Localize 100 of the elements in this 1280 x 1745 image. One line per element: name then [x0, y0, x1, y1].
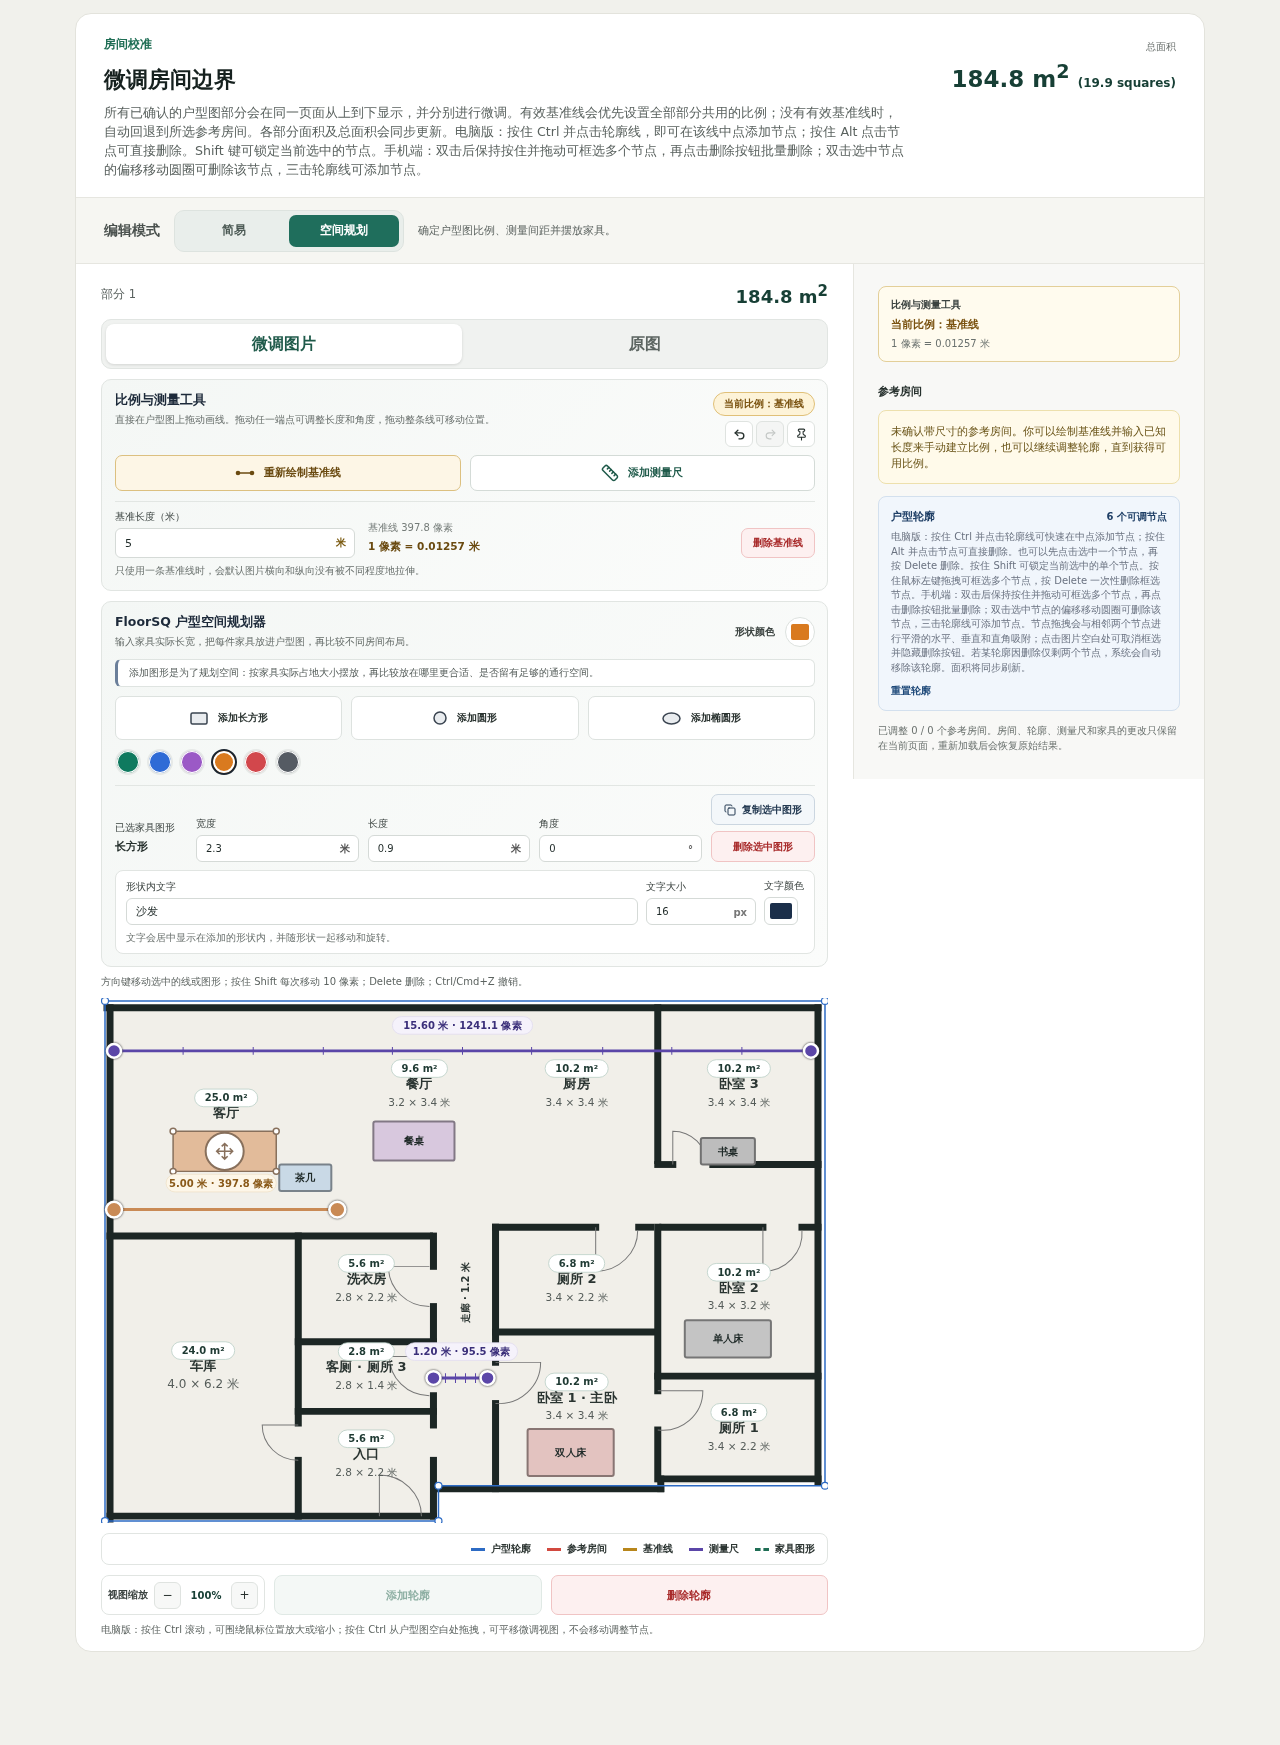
furniture-shape[interactable]: 单人床	[683, 1319, 772, 1359]
redraw-baseline-button[interactable]: 重新绘制基准线	[115, 455, 461, 491]
sidebar-note: 已调整 0 / 0 个参考房间。房间、轮廓、测量尺和家具的更改只保留在当前页面，重新加载后会恢复原始结果。	[878, 724, 1178, 753]
ruler-icon	[601, 464, 620, 482]
redo-icon	[763, 427, 777, 441]
legend-label: 基准线	[643, 1542, 673, 1556]
mode-option[interactable]: 简易	[179, 214, 289, 247]
area-badge: 10.2 m²	[544, 1059, 609, 1078]
legend-label: 参考房间	[567, 1542, 607, 1556]
room-dimensions: 3.4 × 3.2 米	[707, 1299, 771, 1312]
room-dimensions: 2.8 × 2.2 米	[335, 1466, 398, 1478]
furniture-shape[interactable]: 茶几	[278, 1163, 333, 1192]
area-badge: 25.0 m²	[194, 1088, 259, 1108]
area-badge: 10.2 m²	[544, 1372, 609, 1392]
mode-hint: 确定户型图比例、测量间距并摆放家具。	[418, 223, 616, 238]
undo-button[interactable]	[725, 421, 753, 447]
page-title: 微调房间边界	[104, 66, 237, 94]
baseline-pixels: 基准线 397.8 像素	[368, 521, 454, 535]
measuring-ruler[interactable]	[425, 1369, 496, 1387]
panel-title: 比例与测量工具	[115, 392, 207, 409]
zoom-in-button[interactable]: +	[231, 1581, 258, 1609]
page-description: 所有已确认的户型图部分会在同一页面从上到下显示，并分别进行微调。有效基准线会优先设置全部部分共用的比例；没有有效基准线时，自动回退到所选参考房间。各部分面积及总面积会同步更新。电脑版：按住 Ctrl 并点击轮廓线，即可在该线中点添加节点；按住 Alt 点击节点可直接删除。Shift 键可锁定当前选中的节点。手机端：双击后保持按住并拖动可框选多个节点，再点击删除按钮批量删除；双击选中节点的偏移移动圆圈可删除该节点，三击轮廓线可添加节点。	[104, 104, 905, 179]
copy-shape-button[interactable]: 复制选中图形	[711, 794, 815, 825]
copy-icon	[724, 803, 736, 816]
unit-label: 米	[336, 536, 346, 550]
text-note: 文字会居中显示在添加的形状内，并随形状一起移动和旋转。	[126, 931, 397, 945]
legend-label: 户型轮廓	[491, 1542, 531, 1556]
add-shape-button[interactable]: 添加圆形	[351, 696, 579, 740]
add-shape-button[interactable]: 添加长方形	[115, 696, 343, 740]
delete-shape-button[interactable]: 删除选中图形	[711, 831, 815, 862]
field-label: 文字大小	[646, 880, 687, 894]
unit-label: 米	[511, 841, 522, 856]
area-badge: 2.8 m²	[337, 1342, 395, 1361]
move-handle[interactable]	[204, 1131, 245, 1171]
unit-label: 米	[339, 841, 350, 856]
zoom-out-button[interactable]: −	[154, 1581, 181, 1609]
color-picker[interactable]	[785, 616, 815, 647]
color-label: 形状颜色	[735, 624, 775, 639]
mode-option[interactable]: 空间规划	[289, 214, 399, 247]
ellipse-icon	[661, 711, 681, 725]
circle-icon	[433, 711, 447, 725]
area-badge: 6.8 m²	[710, 1403, 768, 1422]
planner-notice: 添加图形是为了规划空间：按家具实际占地大小摆放，再比较放在哪里更合适、是否留有足够的通行空间。	[115, 659, 815, 687]
room-name: 客厕 · 厕所 3	[326, 1359, 407, 1375]
pin-icon	[794, 427, 808, 441]
baseline-icon	[234, 470, 255, 476]
room-name: 厨房	[563, 1076, 590, 1092]
card-title: 户型轮廓	[891, 509, 935, 524]
add-ruler-button[interactable]: 添加测量尺	[469, 455, 815, 491]
add-shape-button[interactable]: 添加椭圆形	[587, 696, 815, 740]
section-title: 参考房间	[878, 384, 923, 399]
furniture-shape[interactable]: 书桌	[699, 1137, 756, 1166]
panel-subtitle: 输入家具实际长宽，把每件家具放进户型图，再比较不同房间布局。	[115, 635, 415, 649]
room-dimensions: 3.4 × 3.4 米	[545, 1095, 608, 1108]
room-name: 洗衣房	[346, 1271, 387, 1286]
area-badge: 10.2 m²	[706, 1059, 771, 1078]
view-tab[interactable]: 微调图片	[106, 324, 462, 364]
field-label: 角度	[539, 817, 561, 831]
area-badge: 5.6 m²	[337, 1429, 395, 1448]
area-badge: 10.2 m²	[706, 1263, 771, 1282]
shape-text-field[interactable]: 沙发	[126, 898, 638, 925]
room-name: 车库	[190, 1358, 217, 1374]
field-label: 文字颜色	[764, 879, 804, 893]
undo-icon	[732, 427, 746, 441]
furniture-shape[interactable]: 餐桌	[372, 1120, 456, 1162]
text-color-picker[interactable]	[764, 897, 798, 925]
scale-badge: 当前比例：基准线	[713, 392, 815, 416]
room-name: 卧室 3	[718, 1076, 759, 1092]
field-label: 基准长度（米）	[115, 510, 186, 524]
room-dimensions: 3.2 × 3.4 米	[388, 1095, 451, 1108]
room-name: 厕所 2	[556, 1271, 597, 1286]
room-dimensions: 3.4 × 3.4 米	[545, 1409, 608, 1422]
selected-label: 已选家具图形	[115, 821, 176, 835]
legend-label: 测量尺	[709, 1542, 739, 1556]
room-name: 厕所 1	[718, 1420, 759, 1435]
room-dimensions: 3.4 × 2.2 米	[707, 1439, 771, 1452]
reset-outline-link[interactable]: 重置轮廓	[891, 684, 931, 698]
room-dimensions: 2.8 × 1.4 米	[335, 1378, 398, 1391]
selected-type-label: 长方形	[115, 839, 149, 854]
measure-label: 15.60 米 · 1241.1 像素	[392, 1016, 533, 1035]
mode-label: 编辑模式	[104, 221, 160, 240]
field-label: 宽度	[196, 817, 217, 831]
area-badge: 6.8 m²	[548, 1254, 606, 1273]
room-dimensions: 3.4 × 2.2 米	[545, 1290, 608, 1303]
delete-baseline-button[interactable]: 删除基准线	[741, 528, 815, 558]
measure-label: 1.20 米 · 95.5 像素	[405, 1342, 518, 1361]
baseline[interactable]	[104, 1200, 347, 1219]
field-label: 形状内文字	[126, 880, 177, 894]
color-swatch[interactable]	[211, 749, 237, 775]
pin-button[interactable]	[787, 421, 815, 447]
furniture-shape[interactable]: 双人床	[526, 1428, 615, 1477]
delete-outline-button[interactable]: 删除轮廓	[550, 1575, 828, 1615]
baseline-note: 只使用一条基准线时，会默认图片横向和纵向没有被不同程度地拉伸。	[115, 564, 426, 578]
total-squares: (19.9 squares)	[1077, 75, 1176, 90]
legend-label: 家具图形	[775, 1542, 815, 1556]
measuring-ruler[interactable]	[105, 1042, 820, 1059]
room-dimensions: 3.4 × 3.4 米	[707, 1095, 771, 1108]
room-name: 卧室 1 · 主卧	[536, 1389, 617, 1405]
scale-value: 当前比例：基准线	[891, 317, 980, 332]
view-tab[interactable]: 原图	[467, 324, 823, 364]
